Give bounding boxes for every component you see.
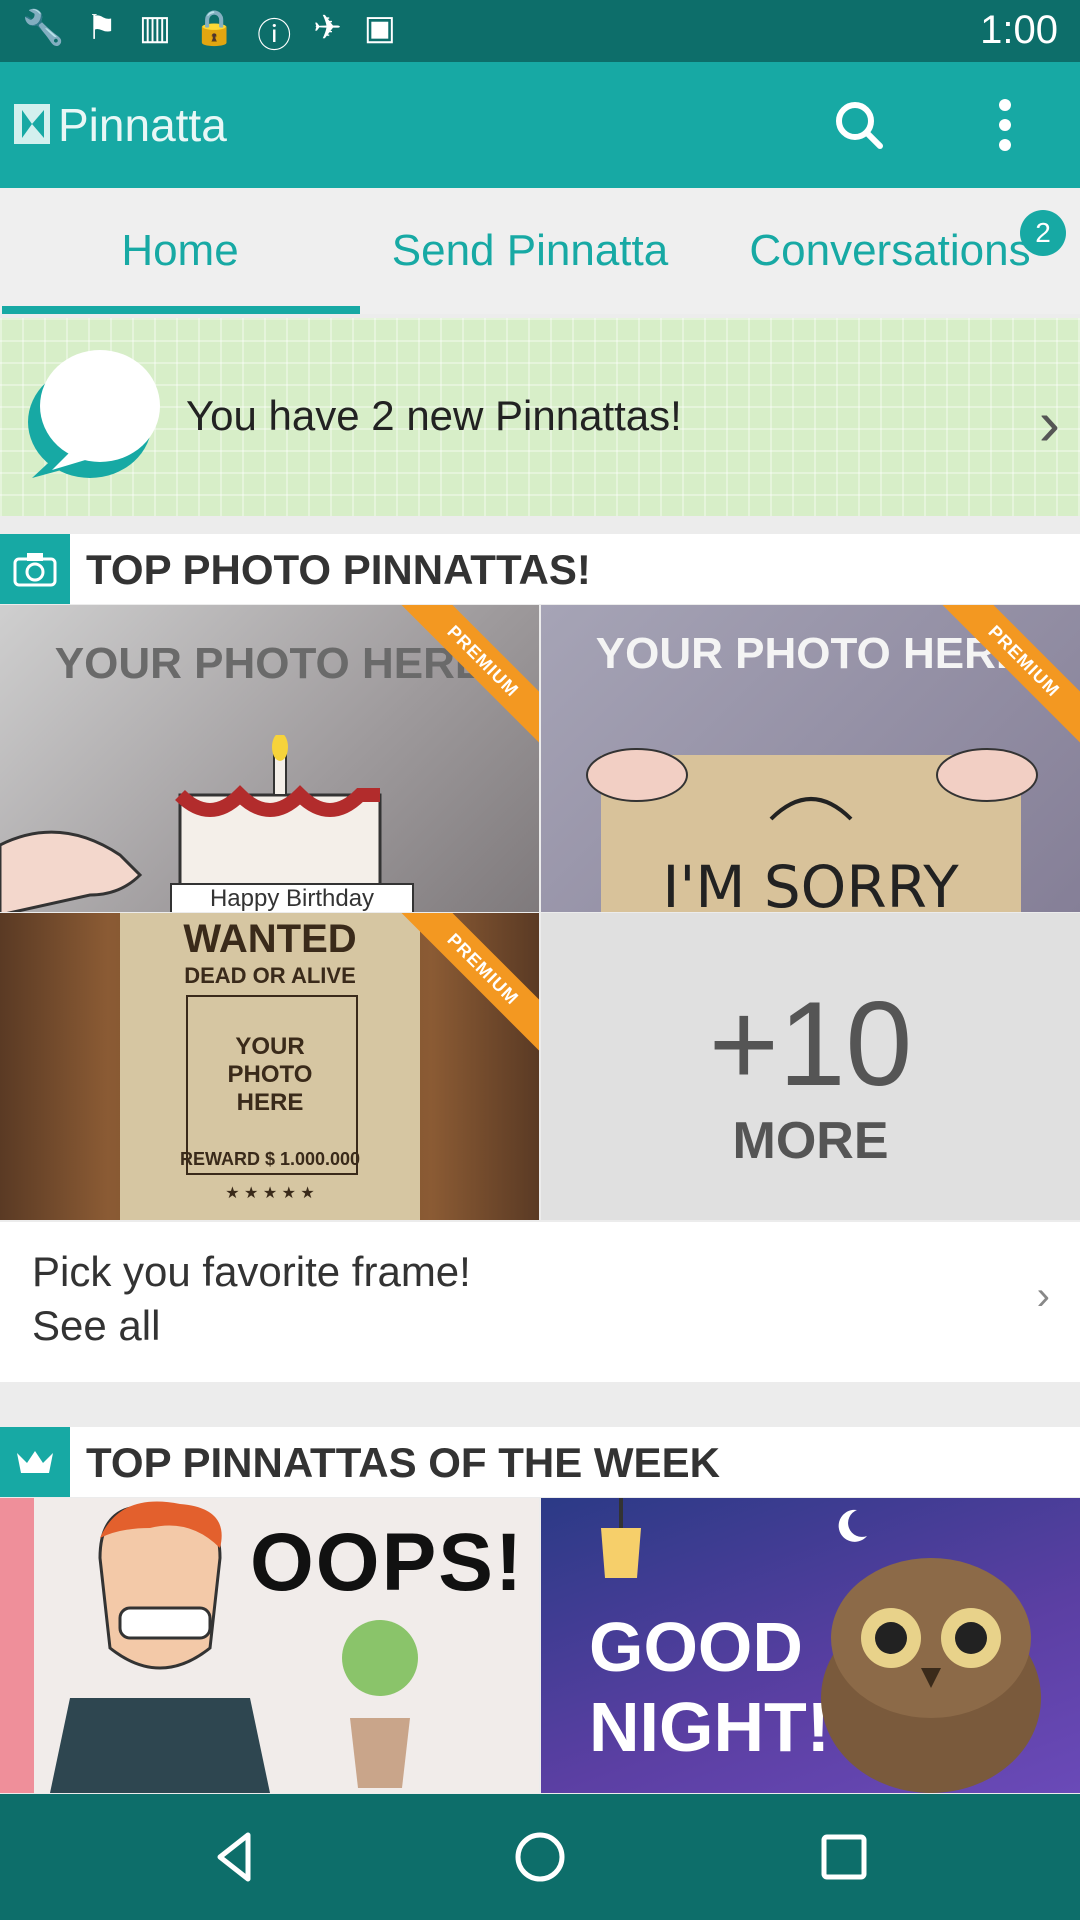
see-all-link[interactable]: See all: [32, 1302, 160, 1350]
premium-ribbon: PREMIUM: [399, 913, 539, 1053]
section-title-week: TOP PINNATTAS OF THE WEEK: [86, 1439, 720, 1486]
tab-conversations-label: Conversations: [749, 226, 1031, 275]
home-icon[interactable]: [510, 1827, 570, 1887]
tab-bar: Home Send Pinnatta Conversations 2: [0, 188, 1080, 314]
week-tile-oops[interactable]: OOPS!: [0, 1498, 539, 1793]
more-tile[interactable]: +10 MORE: [541, 913, 1080, 1220]
wanted-sub: DEAD OR ALIVE: [184, 963, 356, 988]
chevron-right-icon: ›: [1036, 1274, 1050, 1318]
moon-icon: [838, 1509, 867, 1542]
photo-tile-sorry[interactable]: YOUR PHOTO HERE I'M SORRY PREMIUM: [541, 605, 1080, 912]
lamp-icon: [601, 1498, 641, 1578]
pinnatta-logo-icon: [14, 104, 50, 144]
goodnight-text-1: GOOD: [589, 1608, 803, 1686]
wanted-header: WANTED: [183, 917, 357, 961]
more-vert-icon: [999, 99, 1011, 151]
birthday-caption: Happy Birthday: [170, 883, 414, 912]
cartoon-man-icon: [50, 1501, 270, 1793]
active-tab-indicator: [2, 306, 360, 314]
tab-send-pinnatta[interactable]: Send Pinnatta: [360, 188, 700, 314]
conversations-badge: 2: [1020, 210, 1066, 256]
more-count: +10: [708, 977, 913, 1111]
hand-icon: [0, 830, 143, 912]
chat-bubble-icon: [28, 350, 160, 478]
photo-tile-birthday[interactable]: YOUR PHOTO HERE Happy Birthday PREMIUM: [0, 605, 539, 912]
oops-text: OOPS!: [250, 1517, 525, 1608]
wanted-reward: REWARD $ 1.000.000: [179, 1149, 361, 1169]
section-header-week: TOP PINNATTAS OF THE WEEK: [0, 1427, 1080, 1497]
sorry-caption: I'M SORRY: [662, 853, 959, 912]
tab-conversations[interactable]: Conversations: [700, 188, 1080, 314]
section-title-photo: TOP PHOTO PINNATTAS!: [86, 546, 591, 593]
banner-text: You have 2 new Pinnattas!: [186, 392, 682, 439]
pick-frame-text: Pick you favorite frame!: [32, 1248, 471, 1295]
app-bar: Pinnatta: [0, 62, 1080, 188]
week-tile-goodnight[interactable]: GOOD NIGHT!: [541, 1498, 1080, 1793]
more-label: MORE: [732, 1112, 889, 1170]
status-time: 1:00: [980, 8, 1058, 52]
flag-icon: ⚑: [86, 9, 117, 47]
android-icon: ▣: [363, 9, 396, 47]
search-button[interactable]: [824, 90, 894, 160]
alert-icon: ⓘ: [257, 17, 292, 55]
section-header-photo: TOP PHOTO PINNATTAS!: [0, 534, 1080, 604]
wanted-stars: ★ ★ ★ ★ ★: [225, 1185, 315, 1202]
new-pinnattas-banner[interactable]: You have 2 new Pinnattas! ›: [0, 318, 1080, 516]
overflow-menu-button[interactable]: [970, 90, 1040, 160]
photo-tile-wanted[interactable]: WANTED DEAD OR ALIVE YOUR PHOTO HERE REW…: [0, 913, 539, 1220]
app-title: Pinnatta: [58, 99, 227, 151]
crown-icon: [0, 1427, 70, 1497]
tab-home[interactable]: Home: [0, 188, 360, 314]
plant-icon: [342, 1620, 418, 1788]
status-icons: 🔧 ⚑ ▥ 🔒 ⓘ ✈ ▣: [22, 8, 396, 57]
chevron-right-icon: ›: [1038, 387, 1060, 459]
satellite-icon: ✈: [313, 9, 342, 47]
system-nav-bar: [0, 1794, 1080, 1920]
frown-icon: [769, 797, 853, 821]
back-icon[interactable]: [206, 1827, 266, 1887]
pick-frame-row[interactable]: Pick you favorite frame! See all ›: [0, 1222, 1080, 1382]
lock-icon: 🔒: [192, 9, 236, 47]
search-icon: [836, 102, 883, 149]
wrench-icon: 🔧: [22, 9, 65, 47]
owl-icon: [821, 1558, 1041, 1793]
film-icon: ▥: [138, 9, 171, 47]
status-bar: 🔧 ⚑ ▥ 🔒 ⓘ ✈ ▣ 1:00: [0, 0, 1080, 62]
camera-icon: [0, 534, 70, 604]
recents-icon[interactable]: [814, 1827, 874, 1887]
goodnight-text-2: NIGHT!: [589, 1688, 831, 1766]
pink-wall: [0, 1498, 34, 1793]
photo-placeholder-text: YOUR PHOTO HERE: [227, 1033, 313, 1116]
